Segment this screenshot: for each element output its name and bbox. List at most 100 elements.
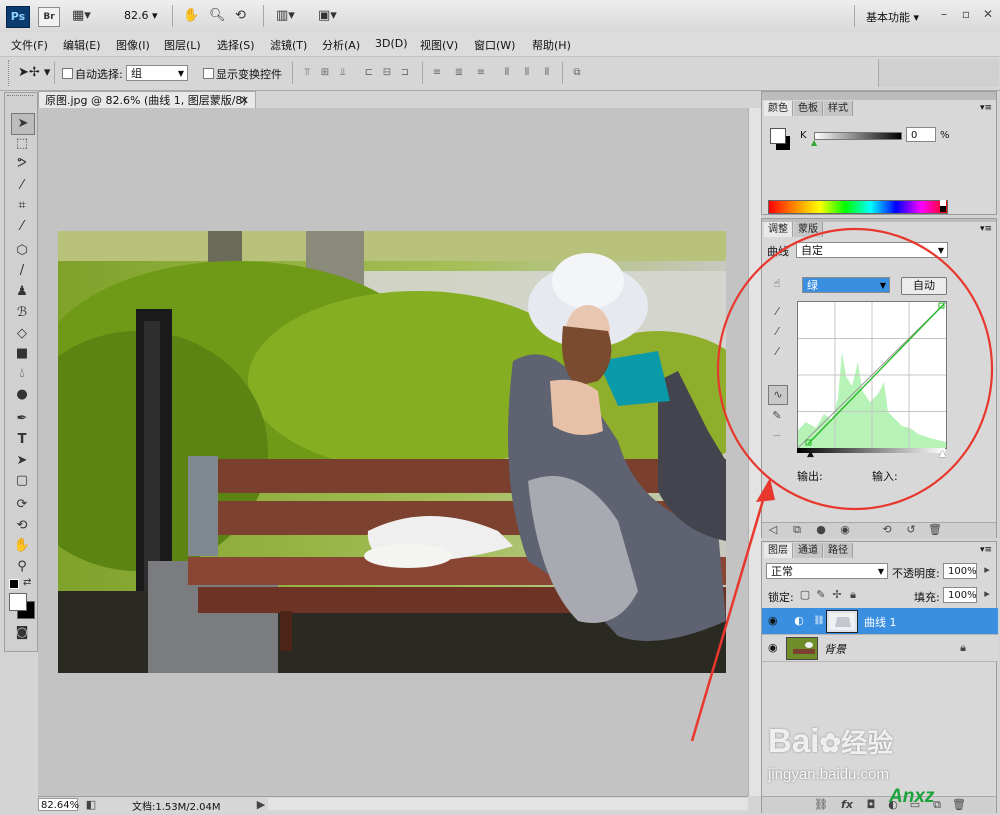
auto-button[interactable]: 自动: [901, 277, 947, 295]
menu-analysis[interactable]: 分析(A): [322, 37, 360, 53]
k-slider-track[interactable]: [814, 132, 902, 140]
tab-masks[interactable]: 蒙版: [794, 222, 823, 237]
path-selection-tool-icon[interactable]: ➤: [11, 451, 33, 471]
eyedropper-tool-icon[interactable]: ⁄: [11, 217, 33, 237]
delete-icon[interactable]: 🗑︎: [928, 523, 942, 537]
layer-mask-thumbnail[interactable]: [826, 610, 858, 633]
swap-colors-icon[interactable]: ⇄: [23, 577, 31, 588]
expand-view-icon[interactable]: ⧉: [790, 523, 804, 537]
quick-mask-icon[interactable]: ◙: [11, 623, 33, 643]
opacity-input[interactable]: 100%: [943, 563, 977, 579]
panel-menu-icon[interactable]: ▾≡: [980, 224, 992, 234]
on-image-adjust-icon[interactable]: ☝: [770, 277, 784, 291]
hand-tool-icon[interactable]: ✋: [183, 8, 199, 24]
quick-selection-tool-icon[interactable]: ⁄: [11, 176, 33, 196]
add-mask-icon[interactable]: ◘: [864, 798, 878, 812]
move-tool-preset-icon[interactable]: ➤✢ ▾: [18, 65, 50, 80]
move-tool-icon[interactable]: ➤: [11, 113, 35, 135]
tab-layers[interactable]: 图层: [764, 543, 793, 558]
menu-image[interactable]: 图像(I): [116, 37, 150, 53]
workspace-switcher[interactable]: 基本功能 ▾: [866, 9, 919, 25]
back-arrow-icon[interactable]: ◁: [766, 523, 780, 537]
visibility-icon[interactable]: ◉: [838, 523, 852, 537]
menu-edit[interactable]: 编辑(E): [63, 37, 101, 53]
zoom-tool-icon[interactable]: 🔍︎: [209, 8, 226, 24]
color-ramp[interactable]: [768, 200, 948, 214]
tab-paths[interactable]: 路径: [824, 543, 853, 558]
eye-icon[interactable]: ◉: [768, 641, 782, 655]
tab-color[interactable]: 颜色: [764, 101, 793, 116]
link-icon[interactable]: ⛓: [812, 614, 826, 628]
lock-position-icon[interactable]: ✢: [830, 588, 844, 602]
dodge-tool-icon[interactable]: ●: [11, 385, 33, 405]
marquee-tool-icon[interactable]: ⬚: [11, 134, 33, 154]
opacity-arrow-icon[interactable]: ▸: [980, 563, 994, 577]
align-bottom-icon[interactable]: ⫫: [336, 67, 350, 79]
align-hcenter-icon[interactable]: ⊟: [380, 67, 394, 79]
vertical-scrollbar[interactable]: [748, 108, 761, 796]
arrange-documents-icon[interactable]: ▥▾: [276, 8, 295, 24]
bridge-button[interactable]: Br: [38, 7, 60, 27]
layer-name-background[interactable]: 背景: [824, 641, 846, 657]
lock-all-icon[interactable]: 🔒︎: [846, 588, 860, 602]
white-slider-icon[interactable]: ▲: [939, 449, 946, 459]
clone-stamp-tool-icon[interactable]: ♟: [11, 282, 33, 302]
fill-arrow-icon[interactable]: ▸: [980, 587, 994, 601]
delete-layer-icon[interactable]: 🗑︎: [952, 798, 966, 812]
zoom-tool-icon[interactable]: ⚲: [11, 557, 33, 577]
menu-select[interactable]: 选择(S): [217, 37, 255, 53]
close-icon[interactable]: ✕: [978, 6, 998, 22]
show-transform-checkbox[interactable]: [203, 68, 214, 79]
fill-input[interactable]: 100%: [943, 587, 977, 603]
menu-layer[interactable]: 图层(L): [164, 37, 201, 53]
channel-select[interactable]: 绿 ▼: [802, 277, 890, 293]
view-previous-icon[interactable]: ⟲: [880, 523, 894, 537]
black-slider-icon[interactable]: ▲: [807, 449, 814, 459]
distribute-hcenter-icon[interactable]: ⦀: [520, 67, 534, 79]
distribute-top-icon[interactable]: ≡: [430, 67, 444, 79]
auto-select-checkbox[interactable]: [62, 68, 73, 79]
reset-icon[interactable]: ↺: [904, 523, 918, 537]
close-tab-icon[interactable]: ✕: [240, 92, 249, 109]
white-point-eyedropper-icon[interactable]: ⁄: [770, 345, 784, 359]
layer-name-curves[interactable]: 曲线 1: [864, 614, 897, 630]
panel-menu-icon[interactable]: ▾≡: [980, 545, 992, 555]
link-layers-icon[interactable]: ⛓: [814, 798, 828, 812]
align-right-icon[interactable]: ⊐: [398, 67, 412, 79]
smooth-curve-icon[interactable]: ∽: [770, 429, 784, 443]
eye-icon[interactable]: ◉: [768, 614, 782, 628]
view-extras-icon[interactable]: ▦▾: [72, 8, 91, 24]
pen-tool-icon[interactable]: ✒: [11, 409, 33, 429]
distribute-left-icon[interactable]: ⦀: [500, 67, 514, 79]
shape-tool-icon[interactable]: ▢: [11, 471, 33, 491]
auto-select-target-select[interactable]: 组 ▼: [126, 65, 188, 81]
3d-rotate-tool-icon[interactable]: ⟳: [11, 495, 33, 515]
status-zoom-field[interactable]: 82.64%: [38, 798, 79, 811]
curves-preset-select[interactable]: 自定 ▼: [796, 242, 948, 258]
align-left-icon[interactable]: ⊏: [362, 67, 376, 79]
menu-3d[interactable]: 3D(D): [375, 37, 408, 50]
clip-to-layer-icon[interactable]: ●: [814, 523, 828, 537]
color-foreground-swatch[interactable]: [770, 128, 786, 144]
menu-help[interactable]: 帮助(H): [532, 37, 571, 53]
minimize-icon[interactable]: –: [934, 6, 954, 22]
3d-orbit-tool-icon[interactable]: ⟲: [11, 516, 33, 536]
type-tool-icon[interactable]: T: [11, 430, 33, 450]
tab-adjustments[interactable]: 调整: [764, 222, 793, 237]
hand-tool-icon[interactable]: ✋: [11, 536, 33, 556]
crop-tool-icon[interactable]: ⌗: [11, 196, 33, 216]
horizontal-scrollbar[interactable]: [268, 798, 748, 810]
menu-file[interactable]: 文件(F): [11, 37, 48, 53]
zoom-level-dropdown[interactable]: 82.6 ▾: [124, 9, 158, 22]
spot-healing-tool-icon[interactable]: ⬡: [11, 241, 33, 261]
tab-styles[interactable]: 样式: [824, 101, 853, 116]
lock-image-icon[interactable]: ✎: [814, 588, 828, 602]
menu-filter[interactable]: 滤镜(T): [270, 37, 307, 53]
eraser-tool-icon[interactable]: ◇: [11, 324, 33, 344]
curve-edit-points-icon[interactable]: ∿: [768, 385, 788, 405]
menu-window[interactable]: 窗口(W): [474, 37, 515, 53]
auto-align-layers-icon[interactable]: ⧉: [570, 67, 584, 79]
distribute-bottom-icon[interactable]: ≡: [474, 67, 488, 79]
panel-menu-icon[interactable]: ▾≡: [980, 103, 992, 113]
black-point-eyedropper-icon[interactable]: ⁄: [770, 305, 784, 319]
